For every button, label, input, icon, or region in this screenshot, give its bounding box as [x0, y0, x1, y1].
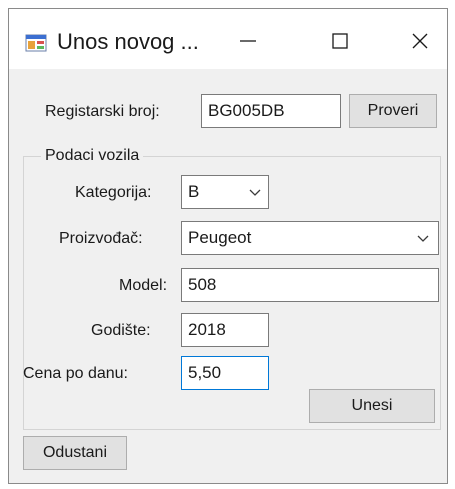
category-label: Kategorija:: [75, 184, 152, 201]
model-input[interactable]: [181, 268, 439, 302]
submit-button[interactable]: Unesi: [309, 389, 435, 423]
registration-label: Registarski broj:: [45, 103, 160, 120]
minimize-button[interactable]: [223, 21, 273, 61]
check-button[interactable]: Proveri: [349, 94, 437, 128]
price-label: Cena po danu:: [23, 365, 128, 382]
manufacturer-value: Peugeot: [188, 228, 252, 247]
manufacturer-combobox[interactable]: Peugeot: [181, 221, 439, 255]
maximize-icon: [332, 33, 348, 49]
vehicle-group-title: Podaci vozila: [41, 146, 144, 166]
model-label: Model:: [119, 277, 168, 294]
maximize-button[interactable]: [315, 21, 365, 61]
year-input[interactable]: [181, 313, 269, 347]
price-input[interactable]: [181, 356, 269, 390]
window-title: Unos novog ...: [57, 29, 199, 54]
title-bar[interactable]: Unos novog ...: [9, 9, 447, 69]
chevron-down-icon: [417, 235, 429, 242]
manufacturer-label: Proizvođač:: [59, 230, 143, 247]
category-value: B: [188, 182, 200, 201]
close-button[interactable]: [395, 21, 445, 61]
chevron-down-icon: [249, 189, 261, 196]
minimize-icon: [240, 40, 256, 42]
cancel-button[interactable]: Odustani: [23, 436, 127, 470]
category-combobox[interactable]: B: [181, 175, 269, 209]
form-app-icon: [25, 33, 47, 53]
year-label: Godište:: [91, 322, 151, 339]
registration-input[interactable]: [201, 94, 341, 128]
close-icon: [412, 33, 428, 49]
dialog-window: Unos novog ... Registarski broj: Proveri…: [8, 8, 448, 484]
